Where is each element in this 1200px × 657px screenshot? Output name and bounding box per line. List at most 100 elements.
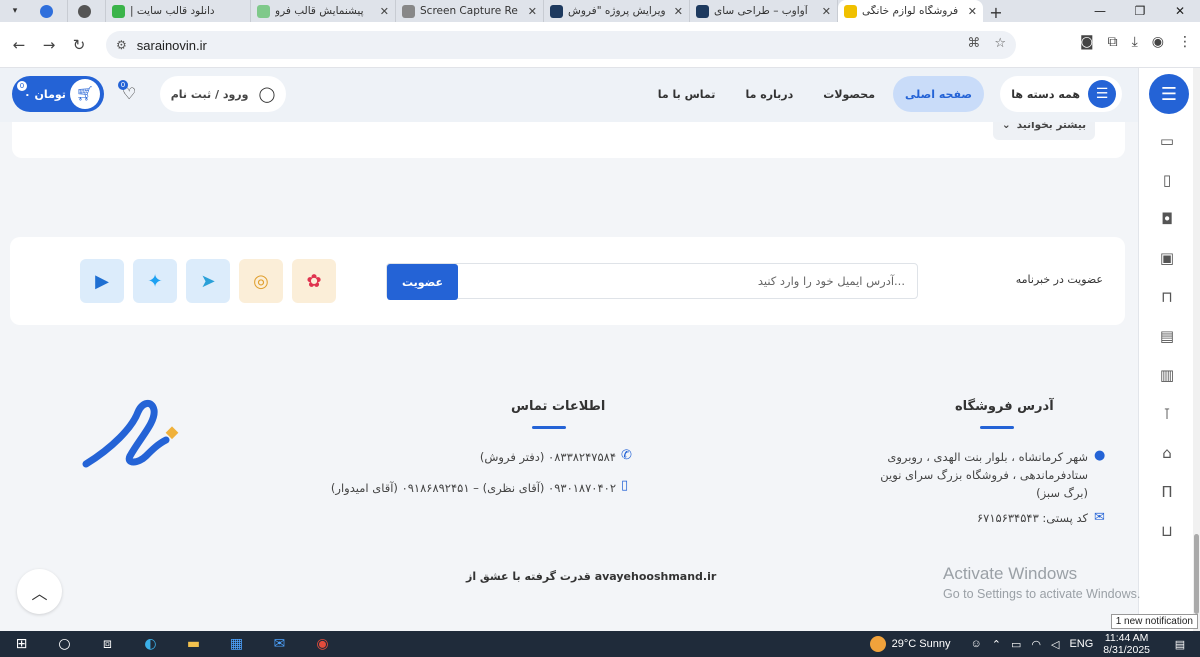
clock-date: 8/31/2025 bbox=[1103, 644, 1150, 656]
close-window-icon[interactable]: ✕ bbox=[1160, 0, 1200, 22]
url-text[interactable]: sarainovin.ir bbox=[137, 38, 207, 53]
telegram-icon[interactable]: ➤ bbox=[186, 259, 230, 303]
stove-icon[interactable]: ⊓ bbox=[1157, 288, 1177, 308]
newsletter-section: عضویت در خبرنامه آدرس ایمیل خود را وارد … bbox=[10, 237, 1125, 325]
vacuum-icon[interactable]: ⌂ bbox=[1157, 444, 1177, 464]
tab-close-icon[interactable]: ✕ bbox=[968, 5, 977, 18]
language-indicator[interactable]: ENG bbox=[1069, 638, 1093, 650]
restore-icon[interactable]: ❐ bbox=[1120, 0, 1160, 22]
tv-icon[interactable]: ▣ bbox=[1157, 249, 1177, 269]
weather-sun-icon bbox=[869, 636, 886, 652]
scrollbar-thumb[interactable] bbox=[1194, 534, 1199, 614]
activate-title: Activate Windows bbox=[943, 564, 1078, 583]
tab-close-icon[interactable]: ✕ bbox=[822, 5, 831, 18]
edge-icon[interactable]: ◐ bbox=[129, 631, 172, 657]
browser-tab-strip: ▾ دانلود قالب سایت | پیشنمایش قالب فرو ✕ … bbox=[0, 0, 1200, 22]
refrigerator-icon[interactable]: ▯ bbox=[1157, 171, 1177, 191]
washing-machine-icon[interactable]: ◘ bbox=[1157, 210, 1177, 230]
screenshot-icon[interactable]: ◙ bbox=[1080, 34, 1094, 50]
all-categories-button[interactable]: همه دسته ها ☰ bbox=[1000, 76, 1122, 112]
nav-home[interactable]: صفحه اصلی bbox=[893, 76, 984, 112]
windows-start-icon[interactable]: ⊞ bbox=[0, 631, 43, 657]
browser-tab[interactable]: دانلود قالب سایت | bbox=[106, 0, 251, 22]
forward-icon[interactable]: → bbox=[34, 36, 64, 54]
search-icon[interactable]: ○ bbox=[43, 631, 86, 657]
bookmark-star-icon[interactable]: ☆ bbox=[994, 36, 1006, 51]
volume-icon[interactable]: ◁ bbox=[1051, 638, 1059, 651]
profile-icon[interactable]: ◉ bbox=[1152, 34, 1164, 50]
tab-title: Screen Capture Re bbox=[420, 5, 518, 17]
dishwasher-icon[interactable]: ▥ bbox=[1157, 366, 1177, 386]
browser-tab[interactable]: پیشنمایش قالب فرو ✕ bbox=[251, 0, 396, 22]
mobile-numbers: ۰۹۳۰۱۸۷۰۴۰۲ (آقای نظری) – ۰۹۱۸۶۸۹۲۴۵۱ (آ… bbox=[330, 481, 616, 495]
address-title-underline bbox=[980, 426, 1014, 429]
youtube-icon[interactable]: ▶ bbox=[80, 259, 124, 303]
cart-button[interactable]: 0 ۰ تومان 🛒︎ bbox=[12, 76, 104, 112]
subscribe-button[interactable]: عضویت bbox=[387, 264, 458, 300]
wifi-icon[interactable]: ◠ bbox=[1031, 638, 1041, 651]
address-text: شهر کرمانشاه ، بلوار بنت الهدی ، روبروی … bbox=[880, 450, 1088, 500]
browser-tab[interactable] bbox=[68, 0, 106, 22]
browser-tab[interactable] bbox=[30, 0, 68, 22]
page-scrollbar[interactable] bbox=[1193, 68, 1200, 631]
air-conditioner-icon[interactable]: ▭ bbox=[1157, 132, 1177, 152]
wishlist-count-badge: 0 bbox=[118, 80, 128, 90]
tab-favicon bbox=[257, 4, 270, 18]
all-categories-label: همه دسته ها bbox=[1011, 87, 1080, 101]
tab-title: آواوب – طراحی سای bbox=[714, 5, 808, 17]
tab-close-icon[interactable]: ✕ bbox=[528, 5, 537, 18]
action-center-icon[interactable]: ▤ bbox=[1160, 638, 1200, 651]
tab-title: دانلود قالب سایت | bbox=[130, 5, 215, 17]
tab-close-icon[interactable]: ✕ bbox=[380, 5, 389, 18]
people-icon[interactable]: ☺ bbox=[971, 638, 982, 650]
file-explorer-icon[interactable]: ▬ bbox=[172, 631, 215, 657]
sofa-icon[interactable]: ⊔ bbox=[1157, 522, 1177, 542]
store-icon[interactable]: ▦ bbox=[215, 631, 258, 657]
system-clock[interactable]: 11:44 AM 8/31/2025 bbox=[1103, 632, 1150, 656]
newsletter-email-field[interactable]: آدرس ایمیل خود را وارد کنید... عضویت bbox=[386, 263, 918, 300]
nav-about[interactable]: درباره ما bbox=[733, 76, 805, 112]
tab-close-icon[interactable]: ✕ bbox=[674, 5, 683, 18]
mail-icon: ✉ bbox=[1094, 510, 1105, 525]
more-menu-icon[interactable]: ⋮ bbox=[1178, 34, 1192, 50]
chrome-icon[interactable]: ◉ bbox=[301, 631, 344, 657]
translate-icon[interactable]: ⌘ bbox=[967, 36, 980, 51]
oven-icon[interactable]: ▤ bbox=[1157, 327, 1177, 347]
tab-title: فروشگاه لوازم خانگی bbox=[862, 5, 959, 17]
address-bar[interactable]: ⚙ sarainovin.ir ⌘ ☆ bbox=[106, 31, 1016, 59]
back-icon[interactable]: ← bbox=[4, 36, 34, 54]
aparat-icon[interactable]: ✿ bbox=[292, 259, 336, 303]
wishlist-button[interactable]: ♡ 0 bbox=[118, 80, 136, 103]
phone-number: ۰۸۳۳۸۲۴۷۵۸۴ (دفتر فروش) bbox=[479, 450, 616, 464]
twitter-icon[interactable]: ✦ bbox=[133, 259, 177, 303]
scroll-to-top-button[interactable]: ︿ bbox=[17, 569, 62, 614]
instagram-icon[interactable]: ◎ bbox=[239, 259, 283, 303]
login-button[interactable]: ورود / ثبت نام ◯ bbox=[160, 76, 286, 112]
menu-icon[interactable]: ☰ bbox=[1149, 74, 1189, 114]
task-view-icon[interactable]: ⧈ bbox=[86, 631, 129, 657]
chair-icon[interactable]: Π bbox=[1157, 483, 1177, 503]
blender-icon[interactable]: ⊺ bbox=[1157, 405, 1177, 425]
nav-products[interactable]: محصولات bbox=[811, 76, 887, 112]
tray-arrow-icon[interactable]: ⌃ bbox=[992, 638, 1001, 651]
site-info-icon[interactable]: ⚙ bbox=[116, 38, 127, 52]
chevron-up-icon: ︿ bbox=[31, 583, 48, 603]
mail-app-icon[interactable]: ✉ bbox=[258, 631, 301, 657]
reload-icon[interactable]: ↻ bbox=[64, 36, 94, 54]
notification-toast[interactable]: 1 new notification bbox=[1110, 614, 1198, 629]
tab-title: ویرایش پروژه "فروش bbox=[568, 5, 666, 17]
browser-tab-active[interactable]: فروشگاه لوازم خانگی ✕ bbox=[838, 0, 983, 22]
footer-credit: قدرت گرفته با عشق از avayehooshmand.ir bbox=[466, 570, 717, 583]
browser-tab[interactable]: ویرایش پروژه "فروش ✕ bbox=[544, 0, 690, 22]
extensions-icon[interactable]: ⧉ bbox=[1108, 34, 1118, 50]
new-tab-button[interactable]: + bbox=[983, 3, 1009, 22]
minimize-icon[interactable]: — bbox=[1080, 0, 1120, 22]
battery-icon[interactable]: ▭ bbox=[1011, 638, 1021, 651]
browser-tab[interactable]: آواوب – طراحی سای ✕ bbox=[690, 0, 838, 22]
cart-total-label: ۰ تومان bbox=[24, 87, 66, 101]
tab-search-icon[interactable]: ▾ bbox=[0, 0, 30, 22]
weather-widget[interactable]: 29°C Sunny bbox=[869, 636, 951, 652]
nav-contact[interactable]: تماس با ما bbox=[646, 76, 728, 112]
browser-tab[interactable]: Screen Capture Re ✕ bbox=[396, 0, 544, 22]
download-icon[interactable]: ⤓ bbox=[1132, 34, 1138, 50]
